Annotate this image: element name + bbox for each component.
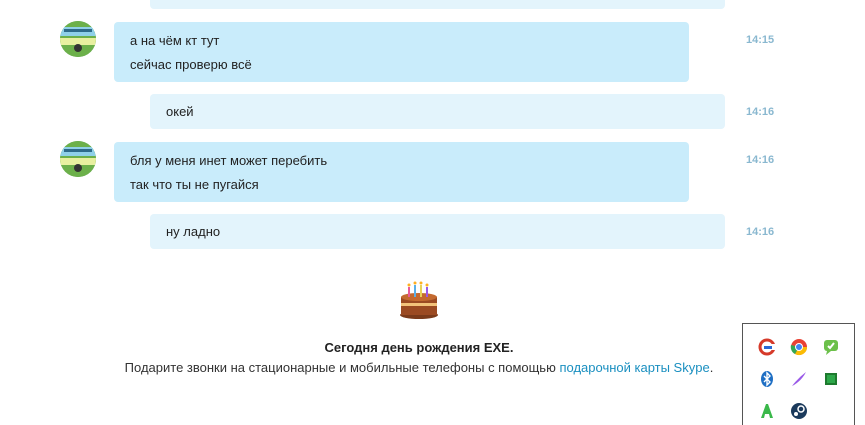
- contact-avatar[interactable]: [60, 141, 96, 177]
- message-text: так что ты не пугайся: [130, 177, 259, 192]
- message-text: окей: [166, 104, 194, 119]
- steam-icon[interactable]: [790, 402, 808, 420]
- chrome-icon[interactable]: [790, 338, 808, 356]
- birthday-message: Подарите звонки на стационарные и мобиль…: [0, 360, 838, 375]
- message-text: ну ладно: [166, 224, 221, 239]
- bluetooth-icon[interactable]: [758, 370, 776, 388]
- message-text: бля у меня инет может перебить: [130, 153, 328, 168]
- chat-icon[interactable]: [822, 338, 840, 356]
- message-time: 14:16: [746, 154, 775, 166]
- message-time: 14:16: [746, 226, 775, 238]
- message-text: сейчас проверю всё: [130, 57, 252, 72]
- green-square-icon[interactable]: [822, 370, 840, 388]
- feather-icon[interactable]: [790, 370, 808, 388]
- message-bubble[interactable]: ну ладно: [150, 214, 725, 249]
- birthday-title: Сегодня день рождения EXE.: [324, 340, 514, 355]
- message-time: 14:16: [746, 106, 775, 118]
- birthday-text: Подарите звонки на стационарные и мобиль…: [124, 360, 556, 375]
- birthday-suffix: .: [709, 360, 714, 375]
- message-text: а на чём кт тут: [130, 33, 220, 48]
- message-bubble[interactable]: бля у меня инет может перебить так что т…: [114, 142, 689, 202]
- contact-avatar[interactable]: [60, 21, 96, 57]
- birthday-cake-icon: [398, 279, 440, 321]
- skype-gift-card-link[interactable]: подарочной карты Skype: [559, 360, 709, 375]
- text-icon[interactable]: [758, 402, 776, 420]
- ccleaner-icon[interactable]: [758, 338, 776, 356]
- message-time: 14:15: [746, 34, 775, 46]
- system-tray-overflow: [742, 323, 855, 425]
- message-bubble[interactable]: а на чём кт тут сейчас проверю всё: [114, 22, 689, 82]
- message-bubble[interactable]: окей: [150, 94, 725, 129]
- previous-message-bubble: [150, 0, 725, 9]
